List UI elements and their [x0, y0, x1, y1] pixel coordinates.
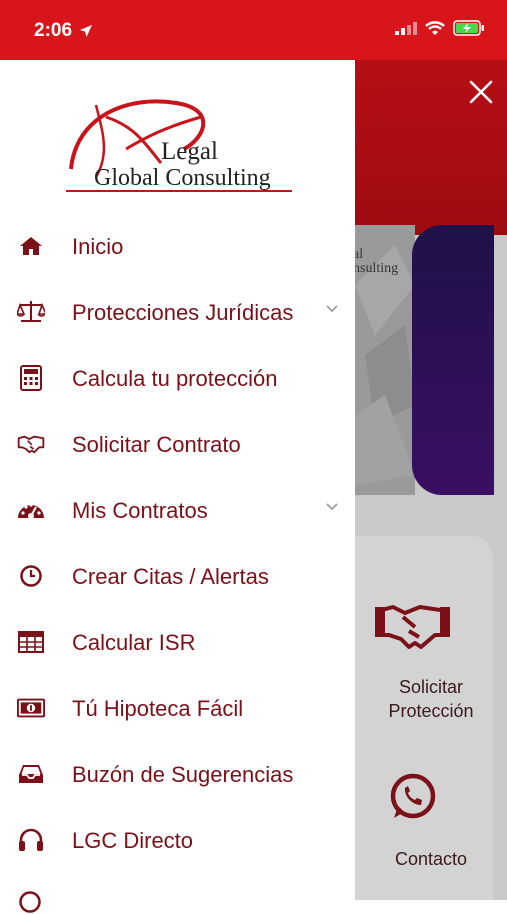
battery-charging-icon: [453, 20, 484, 36]
menu-item-label: Solicitar Contrato: [72, 432, 241, 457]
close-icon[interactable]: [467, 78, 495, 106]
handshake-icon: [17, 431, 45, 457]
banner-logo-line1: al: [355, 247, 364, 262]
menu-item-lgc-directo[interactable]: LGC Directo: [0, 808, 355, 874]
home-icon: [17, 233, 45, 259]
menu-item-calcular-isr[interactable]: Calcular ISR: [0, 610, 355, 676]
scale-icon: [17, 299, 45, 325]
chevron-down-icon[interactable]: [325, 304, 339, 314]
menu-item-calcula-proteccion[interactable]: Calcula tu protección: [0, 346, 355, 412]
card-solicitar-line1: Solicitar: [398, 677, 464, 697]
logo-line2: Global Consulting: [94, 165, 271, 191]
menu-item-label: Crear Citas / Alertas: [72, 564, 269, 589]
card-contacto-text: Contacto: [394, 849, 468, 869]
calculator-icon: [17, 365, 45, 391]
status-time-text: 2:06: [34, 20, 73, 41]
menu-item-inicio[interactable]: Inicio: [0, 214, 355, 280]
clock-icon: [17, 563, 45, 589]
background-purple-card: [412, 225, 494, 495]
banner-logo-text: al nsulting: [355, 248, 398, 276]
status-bar: 2:06: [0, 0, 507, 60]
menu-item-label: Inicio: [72, 234, 124, 259]
chevron-down-icon[interactable]: [325, 502, 339, 512]
signal-icon: [395, 22, 417, 35]
menu-item-label: Protecciones Jurídicas: [72, 300, 294, 325]
handshake-icon: [375, 605, 450, 649]
menu-item-mis-contratos[interactable]: Mis Contratos: [0, 478, 355, 544]
status-icons: [395, 20, 485, 36]
menu-item-label: Mis Contratos: [72, 498, 208, 523]
headphones-icon: [17, 827, 45, 853]
menu-item-protecciones-juridicas[interactable]: Protecciones Jurídicas: [0, 280, 355, 346]
background-app: al nsulting Solicitar Protección Contact…: [355, 60, 507, 900]
wifi-icon: [425, 20, 445, 35]
menu-item-label: LGC Directo: [72, 828, 194, 853]
logo-line1: Legal: [161, 138, 218, 165]
menu-item-hipoteca-facil[interactable]: Tú Hipoteca Fácil: [0, 676, 355, 742]
menu-item-label: Calcula tu protección: [72, 366, 278, 391]
menu-item-label: Tú Hipoteca Fácil: [72, 696, 244, 721]
banner-logo-line2: nsulting: [355, 261, 399, 276]
menu-item-buzon-sugerencias[interactable]: Buzón de Sugerencias: [0, 742, 355, 808]
menu-item-label: Buzón de Sugerencias: [72, 762, 294, 787]
menu-item-solicitar-contrato[interactable]: Solicitar Contrato: [0, 412, 355, 478]
drawer-menu: Inicio Protecciones Jurídicas Calcula tu…: [0, 214, 355, 874]
logo: Legal Global Consulting: [66, 99, 292, 192]
card-contacto-label: Contacto: [355, 847, 507, 871]
table-icon: [17, 629, 45, 655]
menu-item-label: Calcular ISR: [72, 630, 196, 655]
money-icon: [17, 695, 45, 721]
location-arrow-icon: [80, 24, 93, 37]
clock-icon: [19, 891, 41, 913]
inbox-icon: [17, 761, 45, 787]
gauge-icon: [17, 497, 45, 523]
menu-item-crear-citas[interactable]: Crear Citas / Alertas: [0, 544, 355, 610]
status-time: 2:06: [34, 20, 93, 42]
card-solicitar-label: Solicitar Protección: [355, 675, 507, 723]
card-solicitar-line2: Protección: [388, 701, 474, 721]
whatsapp-icon: [390, 773, 436, 819]
